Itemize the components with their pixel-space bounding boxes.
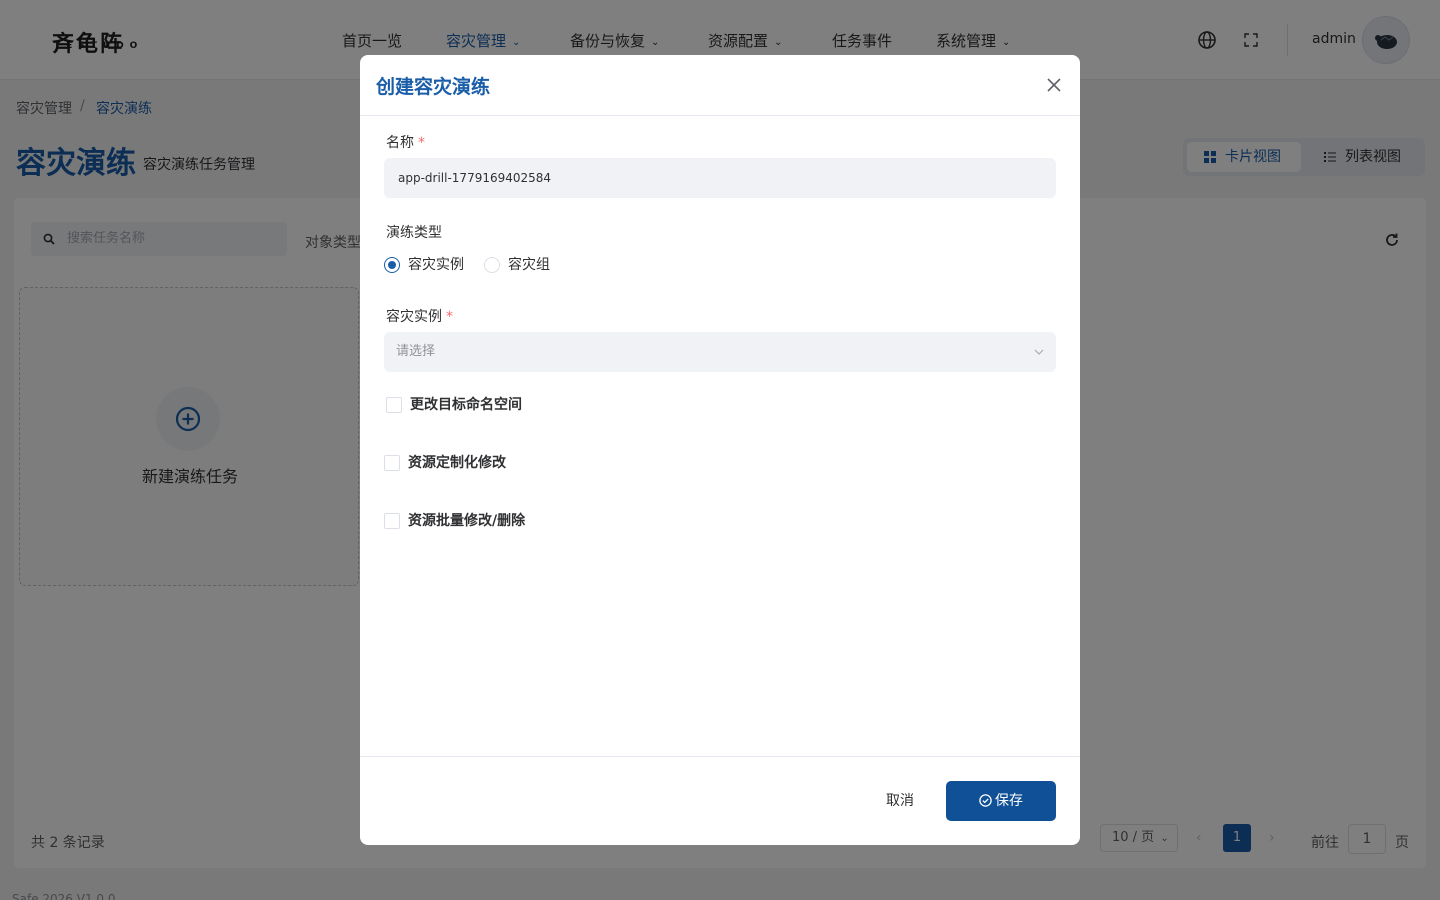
save-button[interactable]: 保存 bbox=[946, 781, 1056, 821]
radio-dot bbox=[484, 257, 500, 273]
radio-dr-group[interactable]: 容灾组 bbox=[484, 257, 550, 273]
checkbox-box bbox=[386, 397, 402, 413]
drill-type-label: 演练类型 bbox=[386, 225, 442, 241]
dr-instance-placeholder: 请选择 bbox=[396, 344, 436, 359]
dialog-header-divider bbox=[360, 115, 1080, 116]
checkbox-resource-batch[interactable]: 资源批量修改/删除 bbox=[384, 513, 525, 529]
checkbox-box bbox=[384, 455, 400, 471]
dialog-footer-divider bbox=[360, 756, 1080, 757]
checkbox-resource-customize-label: 资源定制化修改 bbox=[408, 455, 506, 471]
checkbox-resource-batch-label: 资源批量修改/删除 bbox=[408, 513, 526, 529]
checkbox-box bbox=[384, 513, 400, 529]
checkbox-change-namespace-label: 更改目标命名空间 bbox=[410, 397, 522, 413]
save-button-label: 保存 bbox=[995, 793, 1023, 809]
checkbox-resource-customize[interactable]: 资源定制化修改 bbox=[384, 455, 506, 471]
dr-instance-label: 容灾实例 * bbox=[386, 306, 453, 326]
dr-instance-label-text: 容灾实例 bbox=[386, 309, 442, 325]
close-icon[interactable] bbox=[1046, 77, 1062, 93]
name-input[interactable]: app-drill-1779169402584 bbox=[384, 158, 1056, 198]
required-mark: * bbox=[446, 309, 453, 325]
create-drill-dialog: 创建容灾演练 名称 * app-drill-1779169402584 演练类型 … bbox=[360, 55, 1080, 845]
radio-dr-instance[interactable]: 容灾实例 bbox=[384, 257, 464, 273]
radio-dot-selected bbox=[384, 257, 400, 273]
dialog-title: 创建容灾演练 bbox=[376, 76, 491, 98]
chevron-down-icon bbox=[1034, 349, 1044, 355]
radio-dr-group-label: 容灾组 bbox=[508, 257, 550, 273]
check-circle-icon bbox=[979, 794, 992, 807]
cancel-button[interactable]: 取消 bbox=[872, 781, 928, 821]
required-mark: * bbox=[418, 135, 425, 151]
checkbox-change-namespace[interactable]: 更改目标命名空间 bbox=[386, 397, 522, 413]
radio-dr-instance-label: 容灾实例 bbox=[408, 257, 464, 273]
name-label-text: 名称 bbox=[386, 135, 414, 151]
name-label: 名称 * bbox=[386, 132, 425, 152]
dr-instance-select[interactable]: 请选择 bbox=[384, 332, 1056, 372]
